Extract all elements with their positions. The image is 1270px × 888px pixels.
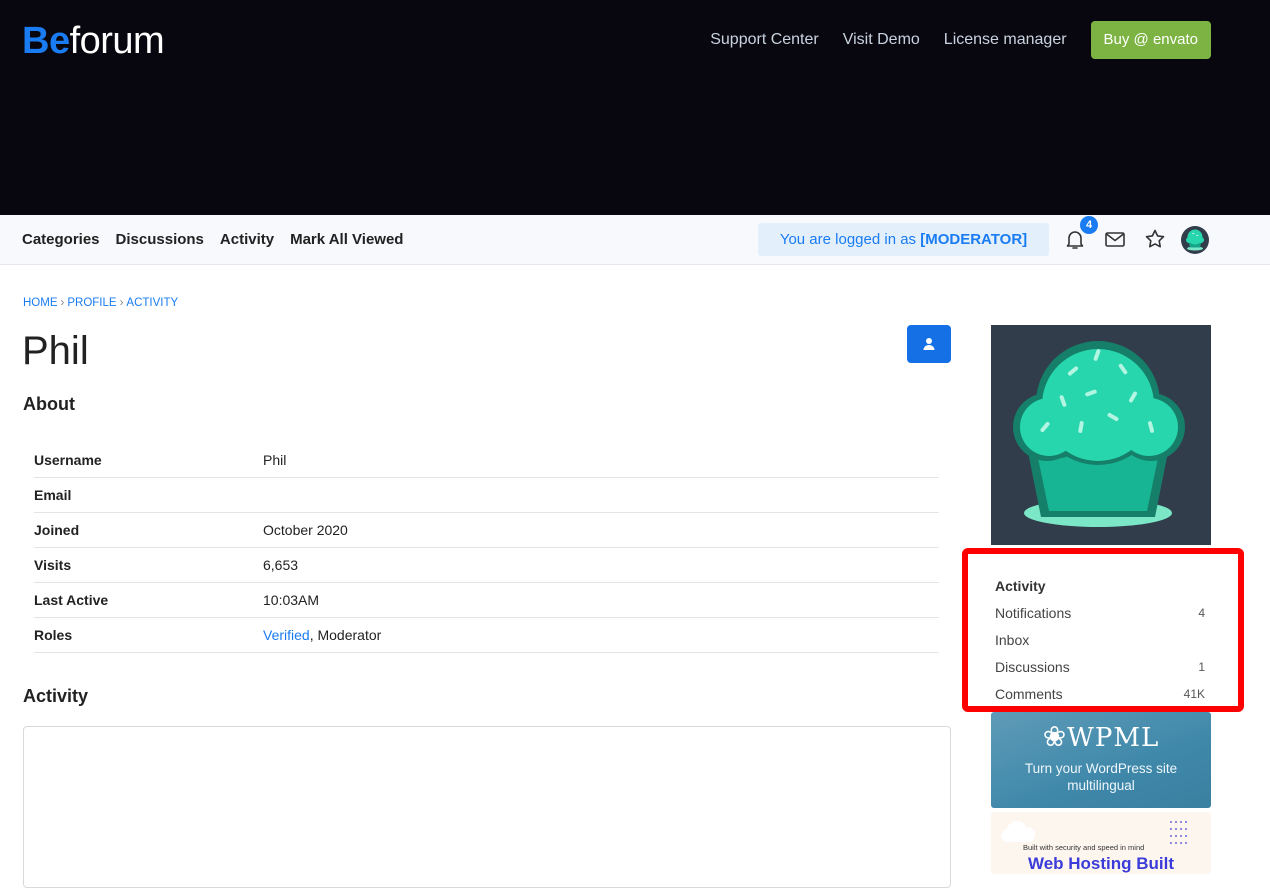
main-menu: Categories Discussions Activity Mark All… (22, 215, 419, 264)
sidebar-item-inbox[interactable]: Inbox (995, 626, 1205, 653)
sidebar-item-label: Comments (995, 685, 1063, 702)
sidebar-item-activity[interactable]: Activity (995, 572, 1205, 599)
about-heading: About (23, 394, 75, 414)
menu-discussions[interactable]: Discussions (116, 231, 204, 248)
nav-support-center[interactable]: Support Center (710, 31, 819, 49)
joined-label: Joined (34, 512, 263, 548)
breadcrumb-home[interactable]: HOME (23, 297, 58, 309)
logo-prefix: Be (22, 20, 70, 62)
wpml-logo: ❀WPML (991, 720, 1211, 753)
profile-options-button[interactable] (907, 325, 951, 363)
joined-value: October 2020 (263, 512, 939, 548)
menu-mark-all-viewed[interactable]: Mark All Viewed (290, 231, 403, 248)
sidebar-item-notifications[interactable]: Notifications 4 (995, 599, 1205, 626)
breadcrumb-separator: › (60, 297, 65, 309)
avatar[interactable] (1181, 226, 1209, 254)
hosting-headline: Web Hosting Built (1027, 854, 1175, 873)
buy-envato-button[interactable]: Buy @ envato (1090, 21, 1211, 59)
roles-value: Verified, Moderator (263, 617, 939, 653)
table-row: Last Active 10:03AM (34, 582, 939, 618)
wpml-logo-text: WPML (1067, 723, 1160, 753)
last-active-value: 10:03AM (263, 582, 939, 618)
menu-activity[interactable]: Activity (220, 231, 274, 248)
breadcrumb-separator: › (119, 297, 124, 309)
dots-pattern (1170, 821, 1187, 844)
nav-license-manager[interactable]: License manager (944, 31, 1067, 49)
table-row: Username Phil (34, 443, 939, 478)
activity-feed (23, 726, 951, 888)
top-nav: Support Center Visit Demo License manage… (710, 21, 1211, 59)
sidebar-item-count: 4 (1198, 605, 1205, 620)
hosting-subtext: Built with security and speed in mind (1023, 843, 1145, 852)
visits-label: Visits (34, 547, 263, 583)
sidebar-item-label: Activity (995, 577, 1046, 594)
hosting-ad-banner[interactable]: Built with security and speed in mind We… (991, 812, 1211, 874)
sidebar-item-label: Discussions (995, 658, 1070, 675)
table-row: Visits 6,653 (34, 547, 939, 583)
mail-icon[interactable] (1103, 227, 1127, 251)
email-label: Email (34, 477, 263, 513)
logged-in-text: You are logged in as (779, 231, 921, 248)
username-value: Phil (263, 443, 939, 478)
sidebar-item-comments[interactable]: Comments 41K (995, 680, 1205, 707)
username-label: Username (34, 443, 263, 478)
roles-label: Roles (34, 617, 263, 653)
role-verified-link[interactable]: Verified (263, 627, 310, 643)
visits-value: 6,653 (263, 547, 939, 583)
activity-heading: Activity (23, 686, 89, 706)
table-row: Joined October 2020 (34, 512, 939, 548)
sidebar-item-discussions[interactable]: Discussions 1 (995, 653, 1205, 680)
about-table: Username Phil Email Joined October 2020 … (34, 443, 939, 653)
sidebar-item-count: 41K (1183, 686, 1205, 701)
breadcrumb: HOME › PROFILE › ACTIVITY (23, 297, 178, 309)
wpml-logo-mark: ❀ (1042, 720, 1068, 753)
last-active-label: Last Active (34, 582, 263, 618)
notification-badge: 4 (1080, 216, 1098, 234)
role-moderator: , Moderator (309, 627, 382, 643)
email-value (263, 477, 939, 513)
site-header: Beforum Support Center Visit Demo Licens… (0, 0, 1270, 215)
menu-categories[interactable]: Categories (22, 231, 100, 248)
breadcrumb-profile[interactable]: PROFILE (67, 297, 116, 309)
page-title: Phil (22, 329, 89, 373)
profile-avatar (991, 325, 1211, 545)
logo-suffix: forum (69, 20, 165, 62)
logged-in-notice: You are logged in as [MODERATOR] (758, 223, 1049, 256)
breadcrumb-activity[interactable]: ACTIVITY (126, 297, 178, 309)
nav-visit-demo[interactable]: Visit Demo (843, 31, 920, 49)
logged-in-role[interactable]: [MODERATOR] (920, 231, 1027, 248)
cloud-icon (1001, 820, 1036, 842)
wpml-ad-banner[interactable]: ❀WPML Turn your WordPress site multiling… (991, 712, 1211, 808)
user-icon (923, 338, 935, 350)
sidebar-item-label: Inbox (995, 631, 1030, 648)
table-row: Roles Verified, Moderator (34, 617, 939, 653)
star-icon[interactable] (1143, 227, 1167, 251)
table-row: Email (34, 477, 939, 513)
sidebar-activity-menu: Activity Notifications 4 Inbox Discussio… (995, 572, 1205, 707)
sidebar-item-count: 1 (1198, 659, 1205, 674)
wpml-tagline: Turn your WordPress site multilingual (1024, 761, 1178, 793)
sidebar-item-label: Notifications (995, 604, 1072, 621)
site-logo[interactable]: Beforum (22, 18, 165, 64)
